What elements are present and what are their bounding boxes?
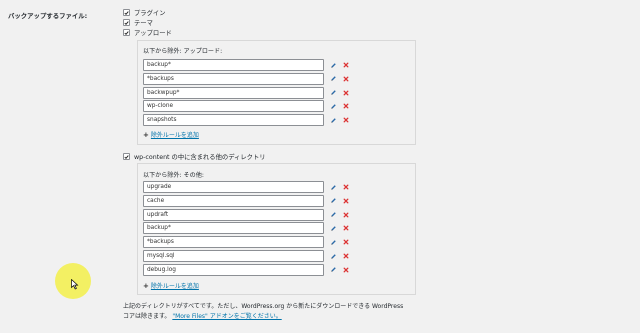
exclusion-input[interactable]: wp-clone — [143, 100, 324, 113]
delete-x-icon[interactable] — [343, 198, 349, 204]
pencil-icon[interactable] — [330, 103, 337, 110]
exclusion-row: backup* — [143, 59, 349, 71]
option-plugins[interactable]: プラグイン — [123, 8, 165, 17]
exclusion-input[interactable]: backwpup* — [143, 86, 324, 99]
delete-x-icon[interactable] — [343, 76, 349, 82]
delete-x-icon[interactable] — [343, 253, 349, 259]
checkmark-icon — [124, 154, 129, 159]
plus-icon: + — [143, 130, 149, 139]
exclusion-input[interactable]: mysql.sql — [143, 250, 324, 262]
exclusion-row: *backups — [143, 72, 349, 85]
add-exclusion-uploads-link[interactable]: + 除外ルールを追加 — [143, 130, 199, 140]
checkbox[interactable] — [123, 153, 130, 160]
exclusion-row: updraft — [143, 208, 349, 221]
exclusion-row: backup* — [143, 222, 349, 235]
delete-x-icon[interactable] — [343, 117, 349, 123]
uploads-exclude-title: 以下から除外: アップロード: — [143, 48, 223, 55]
exclusion-input[interactable]: snapshots — [143, 114, 324, 127]
more-files-link[interactable]: "More Files" アドオンをご覧ください。 — [172, 313, 281, 320]
add-exclusion-other-link[interactable]: + 除外ルールを追加 — [143, 281, 199, 291]
checkbox[interactable] — [123, 29, 130, 36]
plus-icon: + — [143, 281, 149, 290]
checkmark-icon — [124, 10, 129, 15]
exclusion-row: snapshots — [143, 114, 349, 127]
exclusion-row: debug.log — [143, 263, 349, 276]
pencil-icon[interactable] — [330, 62, 337, 69]
exclusion-row: cache — [143, 194, 349, 207]
checkbox[interactable] — [123, 19, 130, 26]
checkmark-icon — [124, 20, 129, 25]
option-label: プラグイン — [134, 10, 166, 17]
delete-x-icon[interactable] — [343, 239, 349, 245]
checkbox[interactable] — [123, 9, 130, 16]
delete-x-icon[interactable] — [343, 225, 349, 231]
exclusion-row: mysql.sql — [143, 250, 349, 262]
delete-x-icon[interactable] — [343, 62, 349, 68]
pencil-icon[interactable] — [330, 89, 337, 96]
exclusion-row: *backups — [143, 236, 349, 249]
exclusion-row: wp-clone — [143, 100, 349, 113]
exclusion-input[interactable]: backup* — [143, 222, 324, 235]
other-exclude-title: 以下から除外: その他: — [143, 172, 204, 179]
pencil-icon[interactable] — [330, 211, 337, 218]
exclusion-row: backwpup* — [143, 86, 349, 99]
exclusion-input[interactable]: upgrade — [143, 181, 324, 193]
exclusion-input[interactable]: cache — [143, 194, 324, 207]
section-label: バックアップするファイル: — [8, 12, 88, 20]
pencil-icon[interactable] — [330, 253, 337, 260]
option-label: テーマ — [134, 20, 153, 27]
delete-x-icon[interactable] — [343, 103, 349, 109]
pencil-icon[interactable] — [330, 197, 337, 204]
pencil-icon[interactable] — [330, 117, 337, 124]
option-themes[interactable]: テーマ — [123, 18, 153, 27]
exclusion-input[interactable]: *backups — [143, 72, 324, 85]
delete-x-icon[interactable] — [343, 267, 349, 273]
exclusion-input[interactable]: debug.log — [143, 263, 324, 276]
option-label: アップロード — [134, 30, 172, 37]
pencil-icon[interactable] — [330, 184, 337, 191]
note-text: 上記のディレクトリがすべてです。ただし、WordPress.org から新たにダ… — [123, 303, 404, 320]
pencil-icon[interactable] — [330, 75, 337, 82]
pencil-icon[interactable] — [330, 266, 337, 273]
pencil-icon[interactable] — [330, 225, 337, 232]
exclusion-input[interactable]: backup* — [143, 59, 324, 71]
delete-x-icon[interactable] — [343, 212, 349, 218]
mouse-cursor-icon — [71, 279, 79, 290]
option-other-dirs[interactable]: wp-content の中に含まれる他のディレクトリ — [123, 152, 266, 161]
checkmark-icon — [124, 30, 129, 35]
delete-x-icon[interactable] — [343, 90, 349, 96]
option-uploads[interactable]: アップロード — [123, 28, 172, 37]
delete-x-icon[interactable] — [343, 184, 349, 190]
pencil-icon[interactable] — [330, 239, 337, 246]
exclusion-input[interactable]: updraft — [143, 208, 324, 221]
exclusion-input[interactable]: *backups — [143, 236, 324, 249]
exclusion-row: upgrade — [143, 181, 349, 193]
option-label: wp-content の中に含まれる他のディレクトリ — [134, 154, 266, 161]
